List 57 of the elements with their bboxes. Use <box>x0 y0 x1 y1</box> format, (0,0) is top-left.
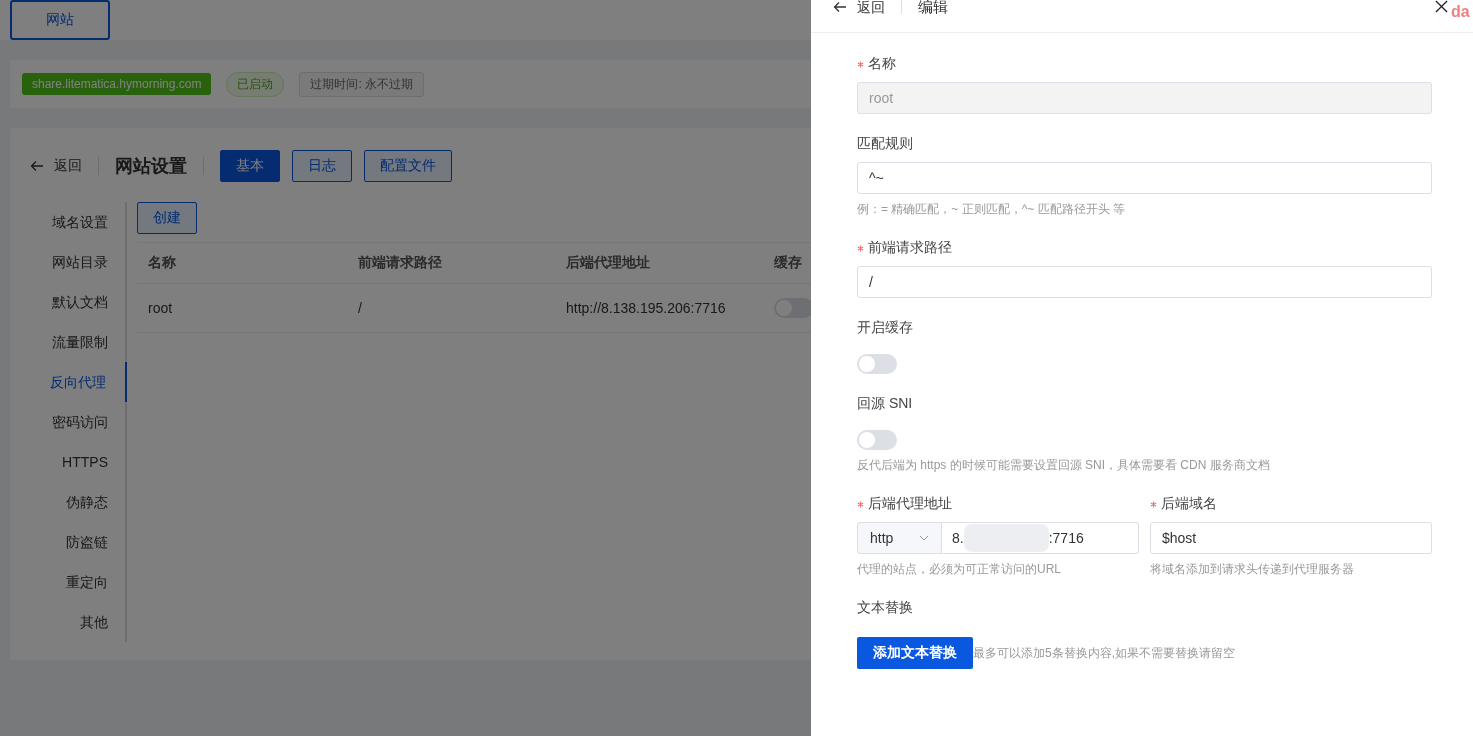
field-label: 回源 SNI <box>857 395 913 413</box>
field-label: 名称 <box>868 55 896 73</box>
column-header: 名称 <box>147 254 177 272</box>
field-label: 匹配规则 <box>857 135 913 153</box>
address-field[interactable]: 8. :7716 <box>942 522 1139 554</box>
sidebar-item[interactable]: 伪静态 <box>10 482 127 522</box>
button-hint: 最多可以添加5条替换内容,如果不需要替换请留空 <box>973 644 1235 662</box>
column-header: 缓存 <box>773 254 803 272</box>
text-field[interactable]: ^~ <box>857 162 1432 194</box>
toggle-switch[interactable] <box>774 298 814 318</box>
field-hint: 例：= 精确匹配，~ 正则匹配，^~ 匹配路径开头 等 <box>857 201 1126 218</box>
field-label: 文本替换 <box>857 599 913 617</box>
field-hint: 将域名添加到请求头传递到代理服务器 <box>1150 561 1355 578</box>
field-hint: 代理的站点，必须为可正常访问的URL <box>857 561 1062 578</box>
close-icon[interactable] <box>1435 0 1448 13</box>
toggle-switch[interactable] <box>857 354 897 374</box>
domain-tag: share.litematica.hymorning.com <box>22 73 212 95</box>
field-hint: 反代后端为 https 的时候可能需要设置回源 SNI，具体需要看 CDN 服务商文档 <box>857 457 1271 474</box>
status-tag: 已启动 <box>226 71 285 97</box>
sidebar-item[interactable]: 其他 <box>10 602 127 642</box>
field-label: 前端请求路径 <box>868 239 952 257</box>
column-header: 后端代理地址 <box>565 254 651 272</box>
table-cell-text: root <box>147 300 174 316</box>
arrow-left-icon <box>833 1 847 13</box>
overlay-text: da <box>1451 4 1470 20</box>
column-header: 前端请求路径 <box>357 254 443 272</box>
create-button[interactable]: 创建 <box>137 202 197 234</box>
table-cell-text: http://8.138.195.206:7716 <box>565 300 727 316</box>
field-label: 开启缓存 <box>857 319 913 337</box>
expiry-tag: 过期时间: 永不过期 <box>299 71 425 97</box>
chevron-down-icon <box>919 535 929 541</box>
back-link[interactable]: 返回 <box>833 0 885 14</box>
text-field[interactable]: $host <box>1150 522 1432 554</box>
table-cell-text: / <box>357 300 363 316</box>
sidebar-item[interactable]: 默认文档 <box>10 282 127 322</box>
sidebar-item[interactable]: 网站目录 <box>10 242 127 282</box>
settings-tab[interactable]: 日志 <box>292 150 352 182</box>
sidebar-item[interactable]: HTTPS <box>10 442 127 482</box>
page-title: 网站设置 <box>115 155 187 178</box>
settings-tab[interactable]: 配置文件 <box>364 150 452 182</box>
sidebar-item[interactable]: 重定向 <box>10 562 127 602</box>
drawer-title: 编辑 <box>918 0 948 14</box>
field-label: 后端域名 <box>1161 495 1217 513</box>
add-replacement-button[interactable]: 添加文本替换 <box>857 637 973 669</box>
sidebar-item[interactable]: 域名设置 <box>10 202 127 242</box>
sidebar-item[interactable]: 流量限制 <box>10 322 127 362</box>
settings-tab[interactable]: 基本 <box>220 150 280 182</box>
field-label: 后端代理地址 <box>868 495 952 513</box>
site-tab[interactable]: 网站 <box>10 0 110 40</box>
text-field[interactable]: / <box>857 266 1432 298</box>
sidebar-item[interactable]: 反向代理 <box>10 362 127 402</box>
scheme-dropdown[interactable]: http <box>857 522 942 554</box>
sidebar-item[interactable]: 密码访问 <box>10 402 127 442</box>
toggle-switch[interactable] <box>857 430 897 450</box>
arrow-left-icon <box>30 160 44 172</box>
back-link[interactable]: 返回 <box>30 157 82 175</box>
sidebar-item[interactable]: 防盗链 <box>10 522 127 562</box>
